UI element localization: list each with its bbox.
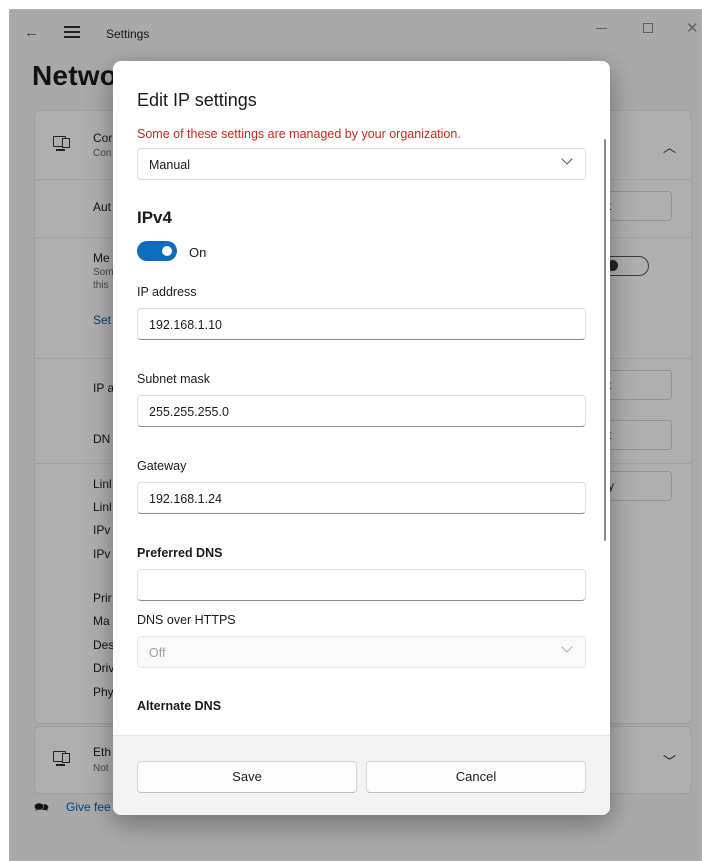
ip-address-label: IP address [137, 285, 197, 299]
ip-mode-select[interactable]: Manual [137, 148, 586, 180]
chevron-down-icon [561, 641, 573, 653]
save-button[interactable]: Save [137, 761, 357, 793]
ipv4-toggle[interactable] [137, 241, 177, 261]
gateway-input[interactable]: 192.168.1.24 [137, 482, 586, 514]
ip-mode-value: Manual [149, 158, 190, 172]
dialog-footer: Save Cancel [113, 735, 610, 815]
cancel-button[interactable]: Cancel [366, 761, 586, 793]
edit-ip-settings-dialog: Edit IP settings Some of these settings … [113, 61, 610, 815]
dns-over-https-value: Off [149, 646, 166, 660]
gateway-label: Gateway [137, 459, 187, 473]
dns-over-https-select[interactable]: Off [137, 636, 586, 668]
preferred-dns-input[interactable] [137, 569, 586, 601]
dialog-title: Edit IP settings [137, 90, 257, 110]
chevron-down-icon [561, 153, 573, 165]
subnet-mask-input[interactable]: 255.255.255.0 [137, 395, 586, 427]
dialog-scrollbar[interactable] [604, 139, 606, 541]
subnet-mask-label: Subnet mask [137, 372, 210, 386]
ipv4-toggle-label: On [189, 245, 207, 260]
dialog-content: Edit IP settings Some of these settings … [113, 61, 610, 735]
ip-address-input[interactable]: 192.168.1.10 [137, 308, 586, 340]
dns-over-https-label: DNS over HTTPS [137, 613, 236, 627]
preferred-dns-label: Preferred DNS [137, 546, 223, 560]
ipv4-heading: IPv4 [137, 208, 172, 227]
alternate-dns-label: Alternate DNS [137, 699, 222, 713]
managed-warning: Some of these settings are managed by yo… [137, 127, 461, 141]
